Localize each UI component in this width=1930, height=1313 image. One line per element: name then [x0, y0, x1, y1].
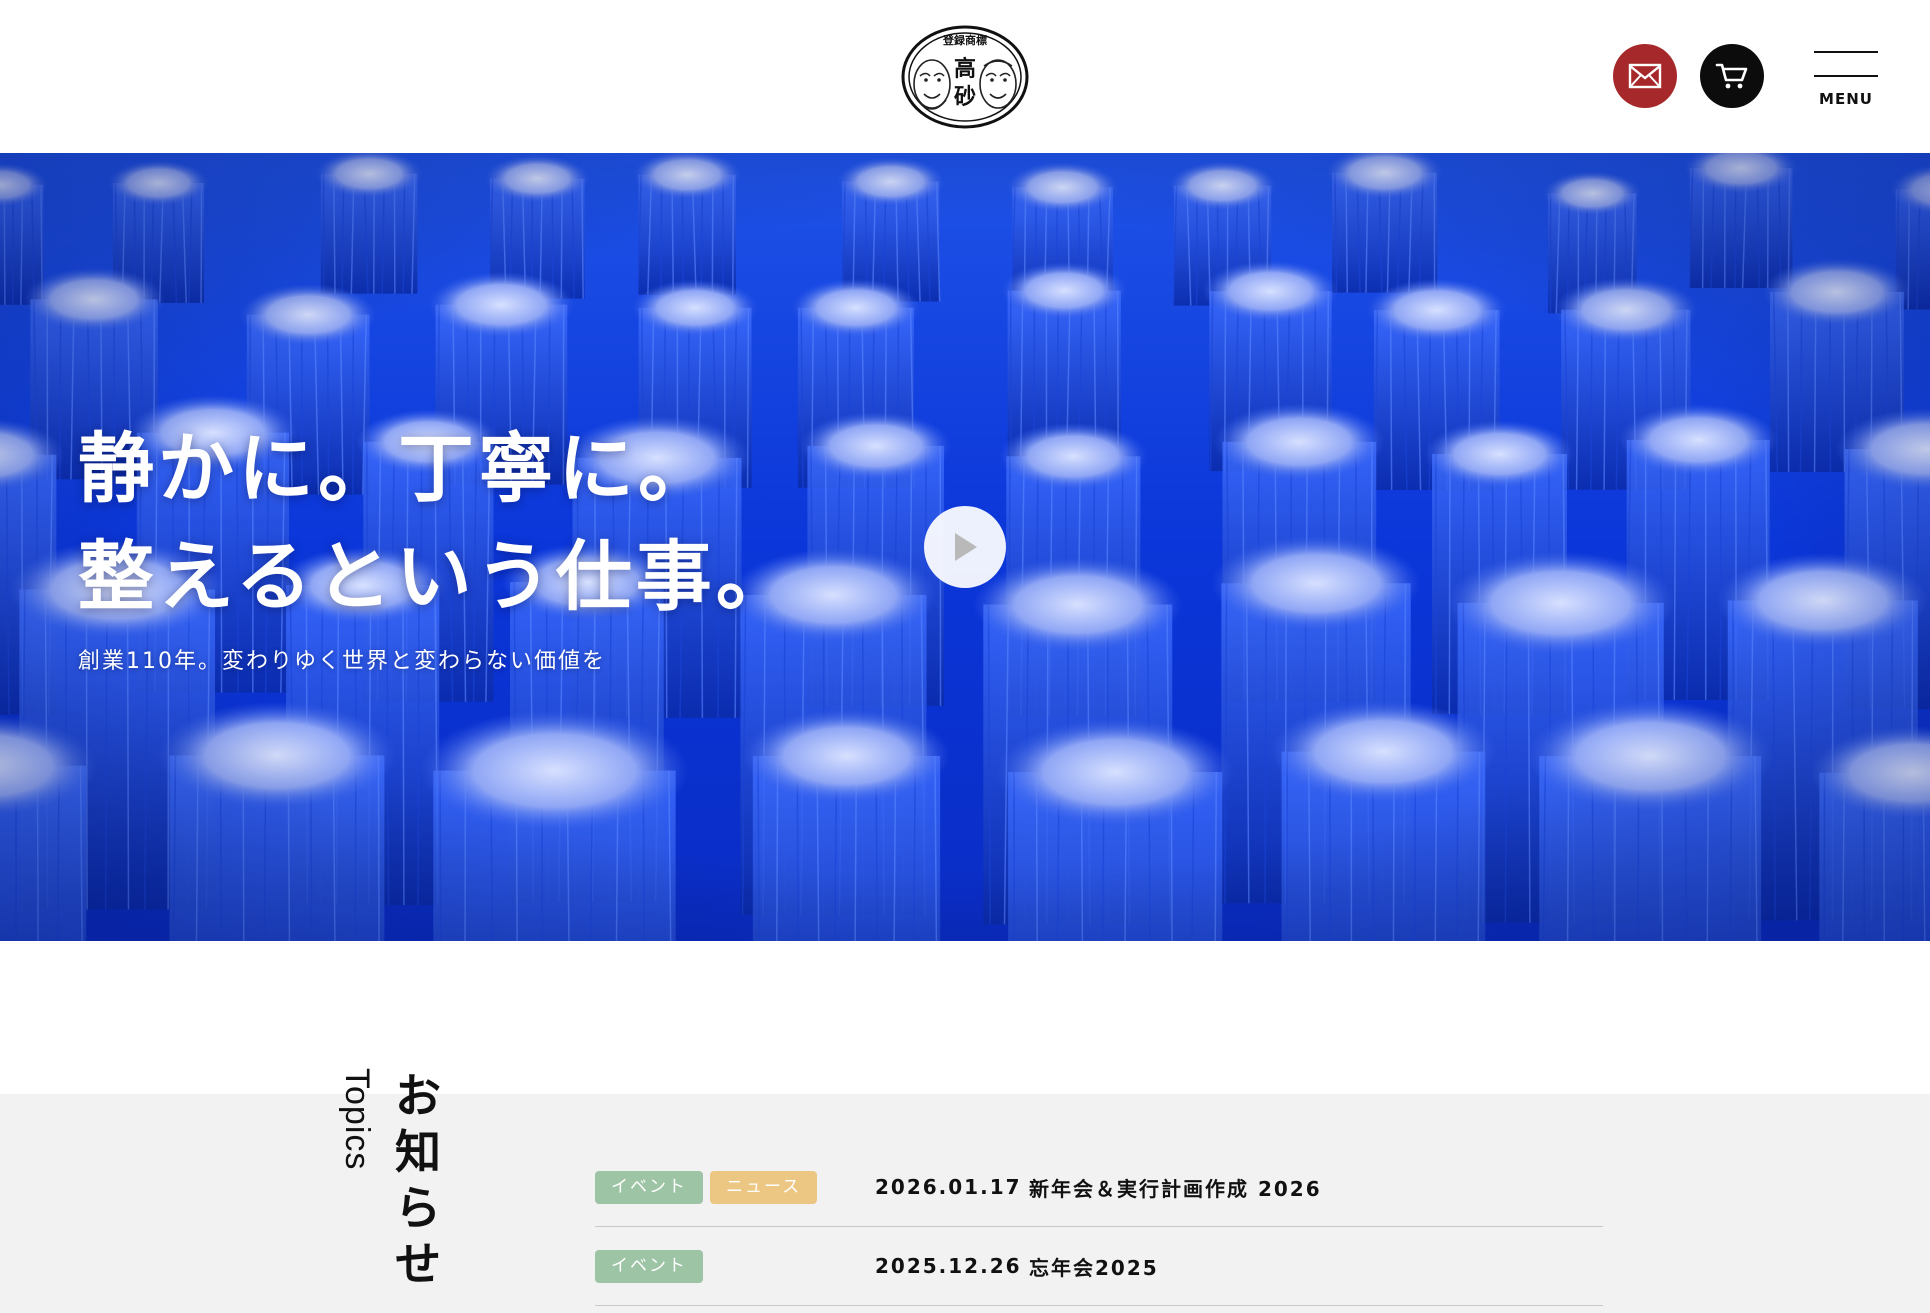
topics-heading-char: 知 [395, 1125, 441, 1179]
topics-heading-jp: お知らせ [392, 1068, 444, 1292]
menu-label: MENU [1819, 90, 1873, 108]
svg-text:砂: 砂 [954, 84, 976, 110]
play-icon [955, 533, 977, 561]
svg-text:高: 高 [954, 56, 976, 82]
cart-icon [1715, 63, 1748, 89]
mail-icon [1628, 63, 1662, 89]
menu-line-top [1814, 51, 1878, 53]
news-tags: イベント ニュース [595, 1170, 875, 1204]
hero-subtitle: 創業110年。変わりゆく世界と変わらない価値を [78, 649, 606, 674]
brand-logo[interactable]: 登録商標 高 砂 [900, 24, 1030, 130]
topics-heading-en: Topics [338, 1068, 376, 1171]
mail-button[interactable] [1613, 44, 1677, 108]
tag-news[interactable]: ニュース [710, 1170, 818, 1204]
hero-section: 静かに。丁寧に。 整えるという仕事。 創業110年。変わりゆく世界と変わらない価… [0, 153, 1930, 941]
site-header: 登録商標 高 砂 MENU [0, 0, 1930, 153]
hero-title: 静かに。丁寧に。 整えるという仕事。 [78, 415, 796, 631]
news-item[interactable]: イベント ニュース 2026.01.17 新年会＆実行計画作成 2026 [595, 1148, 1603, 1227]
news-list: イベント ニュース 2026.01.17 新年会＆実行計画作成 2026 イベント 202… [595, 1148, 1603, 1306]
menu-line-bottom [1814, 75, 1878, 77]
news-date: 2026.01.17 [875, 1175, 1022, 1199]
topics-heading-char: せ [395, 1237, 441, 1291]
hero-title-line1: 静かに。丁寧に。 [78, 424, 718, 513]
news-tags: イベント [595, 1249, 875, 1283]
hero-title-line2: 整えるという仕事。 [78, 532, 796, 621]
topics-heading-char: ら [395, 1181, 441, 1235]
topics-heading-char: お [395, 1069, 441, 1123]
news-title[interactable]: 忘年会2025 [1029, 1252, 1159, 1281]
news-item[interactable]: イベント 2025.12.26 忘年会2025 [595, 1227, 1603, 1306]
news-date: 2025.12.26 [875, 1254, 1022, 1278]
tag-event[interactable]: イベント [595, 1249, 703, 1283]
news-title[interactable]: 新年会＆実行計画作成 2026 [1029, 1173, 1322, 1202]
takasago-logo-icon: 登録商標 高 砂 [901, 25, 1029, 129]
video-play-button[interactable] [924, 506, 1006, 588]
svg-text:登録商標: 登録商標 [942, 33, 987, 47]
menu-button[interactable]: MENU [1812, 48, 1880, 114]
cart-button[interactable] [1700, 44, 1764, 108]
tag-event[interactable]: イベント [595, 1170, 703, 1204]
